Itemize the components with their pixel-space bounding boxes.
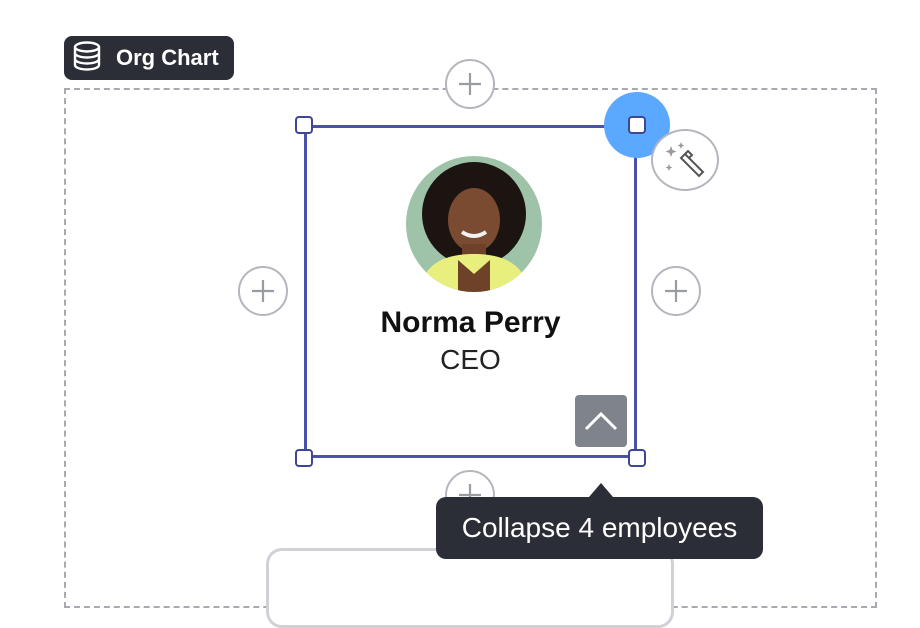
magic-wand-icon: [665, 142, 705, 178]
child-node-card[interactable]: [266, 548, 674, 628]
plus-icon: [665, 280, 687, 302]
avatar: [406, 156, 542, 292]
employee-name: Norma Perry: [380, 306, 561, 339]
database-icon: [70, 39, 104, 78]
chevron-up-icon: [584, 411, 618, 431]
resize-handle-top-left[interactable]: [295, 116, 313, 134]
resize-handle-bottom-left[interactable]: [295, 449, 313, 467]
tooltip-arrow: [589, 483, 613, 497]
collapse-tooltip: Collapse 4 employees: [436, 497, 763, 559]
plus-icon: [459, 73, 481, 95]
resize-handle-bottom-right[interactable]: [628, 449, 646, 467]
magic-wand-button[interactable]: [651, 129, 719, 191]
plus-icon: [252, 280, 274, 302]
org-chart-label: Org Chart: [116, 45, 219, 70]
employee-node-card[interactable]: Norma Perry CEO: [304, 125, 637, 458]
resize-handle-top-right[interactable]: [628, 116, 646, 134]
tooltip-text: Collapse 4 employees: [461, 512, 738, 543]
add-right-button[interactable]: [651, 266, 701, 316]
org-chart-badge[interactable]: Org Chart: [64, 36, 234, 80]
employee-title: CEO: [440, 344, 501, 375]
add-left-button[interactable]: [238, 266, 288, 316]
add-above-button[interactable]: [445, 59, 495, 109]
collapse-button[interactable]: [575, 395, 627, 447]
